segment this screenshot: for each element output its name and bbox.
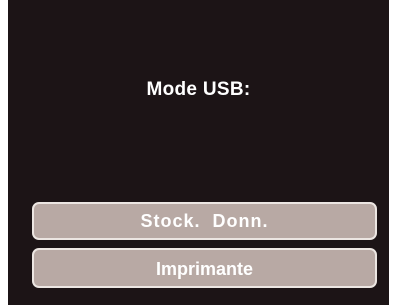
storage-mode-label: Stock. Donn. — [140, 211, 269, 231]
camera-screen: Mode USB: Stock. Donn. Imprimante — [8, 0, 389, 305]
printer-mode-button[interactable]: Imprimante — [32, 248, 377, 288]
printer-mode-label: Imprimante — [155, 259, 254, 279]
usb-mode-title: Mode USB: — [146, 79, 251, 100]
storage-mode-button[interactable]: Stock. Donn. — [32, 202, 377, 240]
